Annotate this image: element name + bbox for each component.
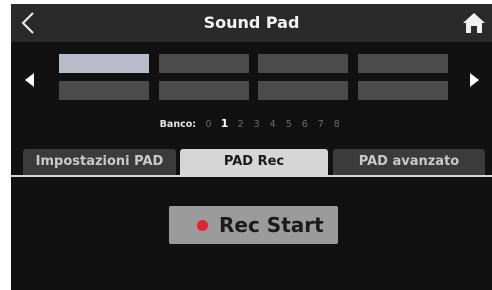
rec-start-label: Rec Start (219, 213, 324, 237)
bank-number[interactable]: 6 (298, 119, 311, 130)
next-bank-button[interactable] (465, 66, 483, 94)
bank-number[interactable]: 2 (234, 119, 247, 130)
header-bar: Sound Pad (11, 4, 492, 42)
pad-button[interactable] (159, 81, 249, 100)
pad-button[interactable] (358, 81, 448, 100)
bank-number[interactable]: 8 (330, 119, 343, 130)
pad-button[interactable] (59, 54, 149, 73)
tab-underline (11, 175, 492, 177)
bank-number[interactable]: 5 (282, 119, 295, 130)
bank-number[interactable]: 1 (218, 117, 231, 130)
home-icon (463, 13, 485, 33)
pad-button[interactable] (159, 54, 249, 73)
pad-button[interactable] (358, 54, 448, 73)
chevron-left-icon (21, 12, 34, 34)
pad-button[interactable] (258, 81, 348, 100)
record-dot-icon (197, 220, 208, 231)
back-button[interactable] (15, 8, 45, 38)
rec-start-button[interactable]: Rec Start (169, 206, 338, 244)
triangle-left-icon (25, 73, 34, 87)
sound-pad-screen: Sound Pad Banco: 0 1 2 3 4 5 6 7 8 Impos… (11, 4, 492, 290)
bank-number[interactable]: 0 (202, 119, 215, 130)
bank-number[interactable]: 7 (314, 119, 327, 130)
previous-bank-button[interactable] (21, 66, 39, 94)
home-button[interactable] (459, 9, 489, 37)
pad-button[interactable] (258, 54, 348, 73)
tab-pad-rec[interactable]: PAD Rec (180, 149, 328, 175)
bank-label: Banco: (159, 119, 197, 130)
tab-pad-advanced[interactable]: PAD avanzato (333, 149, 485, 175)
tab-pad-settings[interactable]: Impostazioni PAD (23, 149, 176, 175)
page-title: Sound Pad (203, 13, 300, 32)
bank-number[interactable]: 3 (250, 119, 263, 130)
triangle-right-icon (470, 73, 479, 87)
bank-number[interactable]: 4 (266, 119, 279, 130)
pad-button[interactable] (59, 81, 149, 100)
bank-selector: Banco: 0 1 2 3 4 5 6 7 8 (11, 117, 492, 130)
